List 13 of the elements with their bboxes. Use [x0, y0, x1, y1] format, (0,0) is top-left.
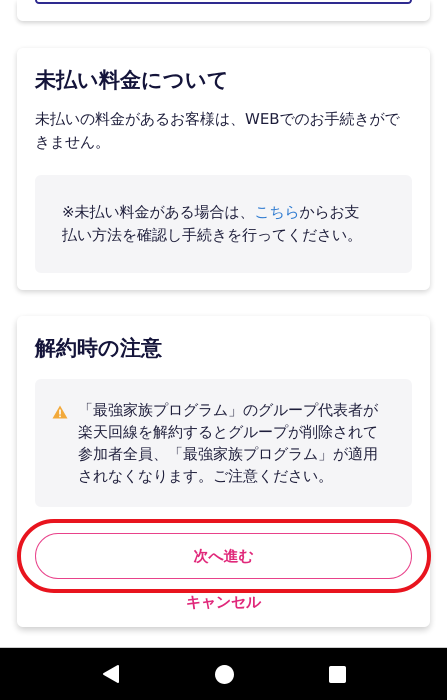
- warning-text: 「最強家族プログラム」のグループ代表者が楽天回線を解約するとグループが削除されて参加者全員、「最強家族プログラム」が適用されなくなります。ご注意ください。: [78, 400, 379, 487]
- here-link[interactable]: こちら: [254, 203, 300, 221]
- recents-icon[interactable]: [328, 666, 346, 682]
- section-title: 未払い料金について: [35, 67, 230, 94]
- notice-text: ※未払い料金がある場合は、こちらからお支払い方法を確認し手続きを行ってください。: [62, 202, 363, 246]
- back-icon[interactable]: [102, 664, 120, 684]
- body-text: 未払いの料金があるお客様は、WEBでのお手続きができません。: [35, 109, 401, 153]
- warning-icon: [52, 405, 68, 419]
- home-icon[interactable]: [214, 664, 234, 684]
- next-button[interactable]: 次へ進む: [35, 533, 412, 579]
- outlined-button[interactable]: [35, 0, 412, 4]
- section-title: 解約時の注意: [35, 335, 163, 362]
- cancel-link[interactable]: キャンセル: [186, 591, 261, 613]
